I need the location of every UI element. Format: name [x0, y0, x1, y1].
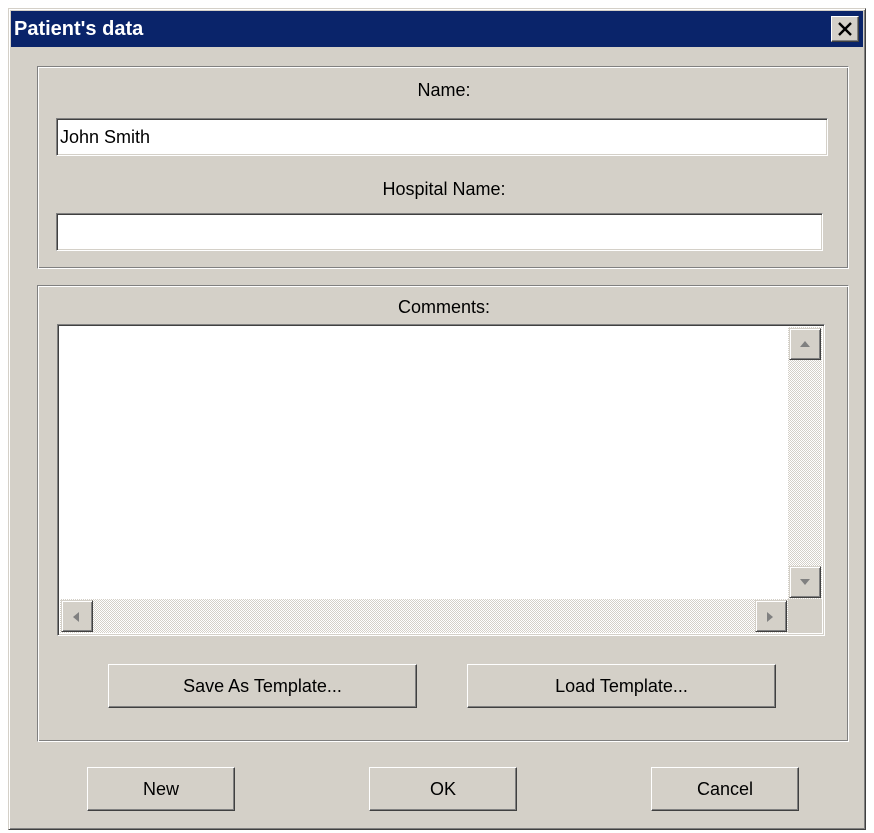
scroll-up-button[interactable]	[789, 328, 821, 360]
new-button[interactable]: New	[87, 767, 235, 811]
save-as-template-button[interactable]: Save As Template...	[108, 664, 417, 708]
close-button[interactable]	[831, 16, 859, 42]
hospital-name-input[interactable]	[56, 213, 823, 251]
title-bar[interactable]: Patient's data	[11, 11, 863, 47]
hospital-name-label: Hospital Name:	[382, 179, 506, 199]
patient-info-group: Name: Hospital Name:	[37, 66, 849, 269]
name-label: Name:	[417, 80, 471, 100]
horizontal-scrollbar[interactable]	[60, 599, 788, 633]
scroll-right-button[interactable]	[755, 600, 787, 632]
load-template-button[interactable]: Load Template...	[467, 664, 776, 708]
arrow-down-icon	[800, 579, 810, 585]
comments-group: Comments: Save As Template... Load Templ…	[37, 285, 849, 742]
cancel-button[interactable]: Cancel	[651, 767, 799, 811]
arrow-left-icon	[73, 612, 79, 622]
arrow-up-icon	[800, 341, 810, 347]
name-input[interactable]	[56, 118, 828, 156]
close-icon	[838, 22, 852, 36]
comments-textarea[interactable]	[60, 327, 792, 603]
comments-label: Comments:	[397, 297, 491, 317]
scroll-left-button[interactable]	[61, 600, 93, 632]
patients-data-dialog: Patient's data Name: Hospital Name: Comm…	[8, 8, 866, 830]
window-title: Patient's data	[14, 18, 144, 40]
scrollbar-corner	[788, 599, 822, 633]
comments-memo-frame	[57, 324, 825, 636]
ok-button[interactable]: OK	[369, 767, 517, 811]
arrow-right-icon	[767, 612, 773, 622]
vertical-scrollbar[interactable]	[788, 327, 822, 599]
scroll-down-button[interactable]	[789, 566, 821, 598]
